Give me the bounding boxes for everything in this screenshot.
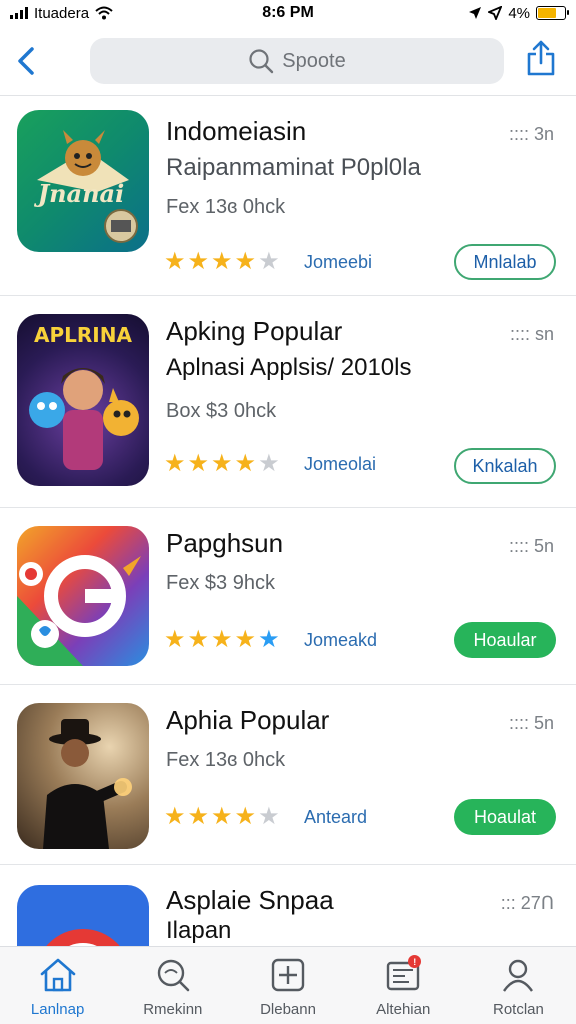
app-rank: :::: sn xyxy=(509,324,554,344)
app-icon[interactable] xyxy=(17,703,149,849)
back-button[interactable] xyxy=(8,41,44,81)
star-icon: ★ xyxy=(211,450,233,477)
performer-icon xyxy=(43,719,132,849)
app-list: Jnanai Indomeiasin Raipanmaminat P0pl0la… xyxy=(0,96,576,946)
app-title: Aphia Popular xyxy=(166,705,330,735)
svg-text:APLRINA: APLRINA xyxy=(34,323,132,347)
star-icon: ★ xyxy=(164,626,186,653)
list-item[interactable]: Aphia Popular Fex 13ɞ 0hck :::: 5n ★ ★ ★ ★ ★… xyxy=(0,685,576,865)
star-icon: ★ xyxy=(234,626,257,653)
carrier-label: Ituadera xyxy=(34,4,90,22)
wifi-icon xyxy=(95,6,113,20)
app-title: Papghsun xyxy=(166,528,284,558)
tab-search[interactable]: Rmekinn xyxy=(115,947,230,1024)
home-icon xyxy=(40,958,75,992)
star-icon: ★ xyxy=(187,626,210,653)
location-icon xyxy=(469,7,482,19)
share-icon xyxy=(527,40,555,76)
app-subtitle: Aplnasi Applsis/ 2010ls xyxy=(166,354,412,381)
signal-icon xyxy=(10,7,28,19)
battery-icon xyxy=(536,6,569,20)
tab-label: Altehian xyxy=(376,1001,431,1018)
app-meta: Fex 13ɞ 0hck xyxy=(166,196,286,218)
app-title: Asplaie Snpaa xyxy=(166,885,334,915)
search-input[interactable]: Spoote xyxy=(90,38,504,84)
rating-stars: ★ ★ ★ ★ ★ xyxy=(164,452,280,476)
list-item[interactable]: Jnanai Indomeiasin Raipanmaminat P0pl0la… xyxy=(0,96,576,296)
share-button[interactable] xyxy=(524,38,558,78)
star-icon: ★ xyxy=(258,626,280,653)
nav-bar: Spoote xyxy=(0,30,576,92)
search-icon xyxy=(157,959,190,992)
search-placeholder: Spoote xyxy=(282,49,346,72)
app-subtitle: Ilapan xyxy=(166,917,232,944)
svg-text:Jnanai: Jnanai xyxy=(34,179,124,208)
app-subtitle: Raipanmaminat P0pl0la xyxy=(166,154,421,181)
app-icon[interactable] xyxy=(17,885,149,946)
g-logo-icon xyxy=(17,555,141,666)
star-icon: ★ xyxy=(258,803,280,830)
battery-percent: 4% xyxy=(508,4,530,22)
star-icon: ★ xyxy=(234,803,257,830)
star-icon: ★ xyxy=(234,248,257,275)
chevron-left-icon xyxy=(18,47,34,75)
app-category[interactable]: Jomeebi xyxy=(304,252,372,273)
app-category[interactable]: Jomeolai xyxy=(304,454,376,475)
ring-logo-icon xyxy=(46,929,120,946)
star-icon: ★ xyxy=(211,626,233,653)
star-icon: ★ xyxy=(258,248,280,275)
tab-label: Lanlnap xyxy=(30,1001,85,1018)
mascot-icon: Jnanai xyxy=(34,130,138,243)
tab-label: Rotclan xyxy=(492,1001,544,1018)
app-rank: :::: 5n xyxy=(508,713,554,733)
star-icon: ★ xyxy=(187,803,210,830)
profile-icon xyxy=(503,959,534,992)
tab-profile[interactable]: Rotclan xyxy=(461,947,576,1024)
star-icon: ★ xyxy=(187,248,210,275)
app-rank: ::: 27Ո xyxy=(500,893,554,913)
app-icon[interactable] xyxy=(17,526,149,666)
tab-label: Dlebann xyxy=(260,1001,316,1018)
get-button[interactable]: Knkalah xyxy=(454,448,556,484)
star-icon: ★ xyxy=(164,450,186,477)
app-category[interactable]: Anteard xyxy=(304,807,367,828)
status-bar: Ituadera 8:6 PM 4% xyxy=(0,0,576,26)
app-icon[interactable]: APLRINA xyxy=(17,314,149,486)
app-meta: Box $3 0hck xyxy=(166,400,277,422)
app-category[interactable]: Jomeakd xyxy=(304,630,377,651)
tab-home[interactable]: Lanlnap xyxy=(0,947,115,1024)
plus-square-icon xyxy=(271,958,305,992)
app-meta: Fex 13ɞ 0hck xyxy=(166,749,286,771)
list-item[interactable]: APLRINA Apking Popular Aplnasi Applsis/ … xyxy=(0,296,576,508)
get-button[interactable]: Hoaulat xyxy=(454,799,556,835)
hotspot-icon xyxy=(488,6,503,20)
list-item[interactable]: Papghsun Fex $3 9hck :::: 5n ★ ★ ★ ★ ★ Jomea… xyxy=(0,508,576,685)
star-icon: ★ xyxy=(234,450,257,477)
star-icon: ★ xyxy=(187,450,210,477)
star-icon: ★ xyxy=(258,450,280,477)
tab-label: Rmekinn xyxy=(143,1001,203,1018)
rating-stars: ★ ★ ★ ★ ★ xyxy=(164,250,280,274)
star-icon: ★ xyxy=(211,248,233,275)
game-characters-icon: APLRINA xyxy=(29,323,139,470)
rating-stars: ★ ★ ★ ★ ★ xyxy=(164,805,280,829)
tab-add[interactable]: Dlebann xyxy=(230,947,345,1024)
get-button[interactable]: Hoaular xyxy=(454,622,556,658)
app-rank: :::: 3n xyxy=(508,124,554,144)
app-rank: :::: 5n xyxy=(508,536,554,556)
tab-bar: Lanlnap Rmekinn Dlebann ! Altehian Rotcl… xyxy=(0,946,576,1024)
rating-stars: ★ ★ ★ ★ ★ xyxy=(164,628,280,652)
star-icon: ★ xyxy=(211,803,233,830)
tab-news[interactable]: ! Altehian xyxy=(346,947,461,1024)
app-meta: Fex $3 9hck xyxy=(166,572,275,594)
list-item[interactable]: Asplaie Snpaa Ilapan ::: 27Ո xyxy=(0,865,576,946)
status-time: 8:6 PM xyxy=(262,4,314,21)
star-icon: ★ xyxy=(164,248,186,275)
star-icon: ★ xyxy=(164,803,186,830)
app-title: Indomeiasin xyxy=(166,116,307,146)
search-icon xyxy=(249,49,274,74)
get-button[interactable]: Mnlalab xyxy=(454,244,556,280)
app-title: Apking Popular xyxy=(166,316,343,346)
app-icon[interactable]: Jnanai xyxy=(17,110,149,252)
